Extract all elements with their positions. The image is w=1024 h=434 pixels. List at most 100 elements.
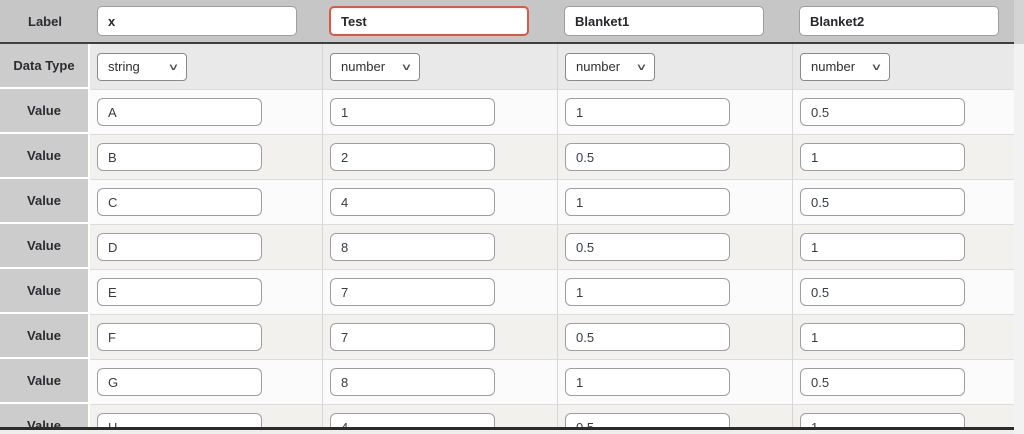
row-header-value: Value xyxy=(0,359,90,404)
data-type-row: Data Type string ∨ number ∨ number ∨ number ∨ xyxy=(0,44,1014,89)
label-cell xyxy=(90,0,322,42)
label-cell xyxy=(322,0,557,42)
data-type-select[interactable]: number ∨ xyxy=(800,52,890,81)
value-input[interactable] xyxy=(800,98,965,126)
value-cell xyxy=(792,224,1014,269)
value-input[interactable] xyxy=(800,323,965,351)
value-cell xyxy=(557,359,792,404)
value-cell xyxy=(90,179,322,224)
chevron-down-icon: ∨ xyxy=(167,60,180,73)
value-cell xyxy=(90,314,322,359)
value-input[interactable] xyxy=(800,188,965,216)
label-cell xyxy=(792,0,1014,42)
data-type-selected-value: number xyxy=(811,59,856,74)
value-input[interactable] xyxy=(565,323,730,351)
value-cell xyxy=(90,269,322,314)
value-input[interactable] xyxy=(330,278,495,306)
value-input[interactable] xyxy=(97,98,262,126)
value-cell xyxy=(792,359,1014,404)
label-cell xyxy=(557,0,792,42)
value-cell xyxy=(90,224,322,269)
value-cell xyxy=(557,89,792,134)
row-header-value: Value xyxy=(0,269,90,314)
value-input[interactable] xyxy=(565,188,730,216)
chevron-down-icon: ∨ xyxy=(635,60,648,73)
value-input[interactable] xyxy=(330,143,495,171)
data-type-cell: number ∨ xyxy=(322,44,557,89)
data-type-cell: number ∨ xyxy=(792,44,1014,89)
value-row: Value xyxy=(0,224,1014,269)
value-cell xyxy=(792,314,1014,359)
value-input[interactable] xyxy=(97,323,262,351)
value-input[interactable] xyxy=(565,98,730,126)
value-input[interactable] xyxy=(330,98,495,126)
value-input[interactable] xyxy=(565,368,730,396)
value-cell xyxy=(557,134,792,179)
data-type-select[interactable]: number ∨ xyxy=(565,52,655,81)
value-row: Value xyxy=(0,359,1014,404)
value-input[interactable] xyxy=(565,233,730,261)
value-input[interactable] xyxy=(97,188,262,216)
value-input[interactable] xyxy=(97,233,262,261)
value-cell xyxy=(322,314,557,359)
data-type-selected-value: number xyxy=(576,59,621,74)
data-type-cell: string ∨ xyxy=(90,44,322,89)
value-cell xyxy=(90,134,322,179)
value-cell xyxy=(557,269,792,314)
chevron-down-icon: ∨ xyxy=(400,60,413,73)
value-cell xyxy=(792,269,1014,314)
value-input[interactable] xyxy=(97,278,262,306)
value-cell xyxy=(792,134,1014,179)
value-cell xyxy=(322,269,557,314)
data-type-selected-value: number xyxy=(341,59,386,74)
value-input[interactable] xyxy=(330,368,495,396)
column-label-input[interactable] xyxy=(564,6,764,36)
value-row: Value xyxy=(0,89,1014,134)
value-input[interactable] xyxy=(330,188,495,216)
value-input[interactable] xyxy=(565,278,730,306)
value-row: Value xyxy=(0,179,1014,224)
value-cell xyxy=(90,89,322,134)
value-cell xyxy=(557,224,792,269)
column-data-editor: LabelData Typestring∨number∨number∨numbe… xyxy=(0,0,1024,434)
row-header-value: Value xyxy=(0,314,90,359)
value-row: Value xyxy=(0,269,1014,314)
row-header-value: Value xyxy=(0,224,90,269)
value-input[interactable] xyxy=(330,323,495,351)
chevron-down-icon: ∨ xyxy=(870,60,883,73)
value-input[interactable] xyxy=(800,368,965,396)
below-border-strip xyxy=(0,430,1014,434)
value-input[interactable] xyxy=(800,233,965,261)
value-cell xyxy=(557,314,792,359)
data-type-selected-value: string xyxy=(108,59,140,74)
label-row: Label xyxy=(0,0,1014,42)
data-type-select[interactable]: number ∨ xyxy=(330,52,420,81)
value-cell xyxy=(322,224,557,269)
row-header-data-type: Data Type xyxy=(0,44,90,89)
value-cell xyxy=(322,134,557,179)
scrollbar[interactable] xyxy=(1014,0,1024,434)
value-row: Value xyxy=(0,314,1014,359)
column-label-input[interactable] xyxy=(329,6,529,36)
value-cell xyxy=(792,179,1014,224)
value-cell xyxy=(322,89,557,134)
data-type-select[interactable]: string ∨ xyxy=(97,52,187,81)
value-input[interactable] xyxy=(800,143,965,171)
column-label-input[interactable] xyxy=(799,6,999,36)
value-input[interactable] xyxy=(97,143,262,171)
value-input[interactable] xyxy=(800,278,965,306)
scrollbar-thumb[interactable] xyxy=(1014,0,1024,44)
row-header-label: Label xyxy=(28,13,62,29)
value-row: Value xyxy=(0,134,1014,179)
value-input[interactable] xyxy=(565,143,730,171)
value-input[interactable] xyxy=(97,368,262,396)
value-cell xyxy=(322,179,557,224)
value-cell xyxy=(557,179,792,224)
value-cell xyxy=(322,359,557,404)
data-type-cell: number ∨ xyxy=(557,44,792,89)
row-header-value: Value xyxy=(0,134,90,179)
column-label-input[interactable] xyxy=(97,6,297,36)
row-header-value: Value xyxy=(0,89,90,134)
value-input[interactable] xyxy=(330,233,495,261)
value-cell xyxy=(792,89,1014,134)
